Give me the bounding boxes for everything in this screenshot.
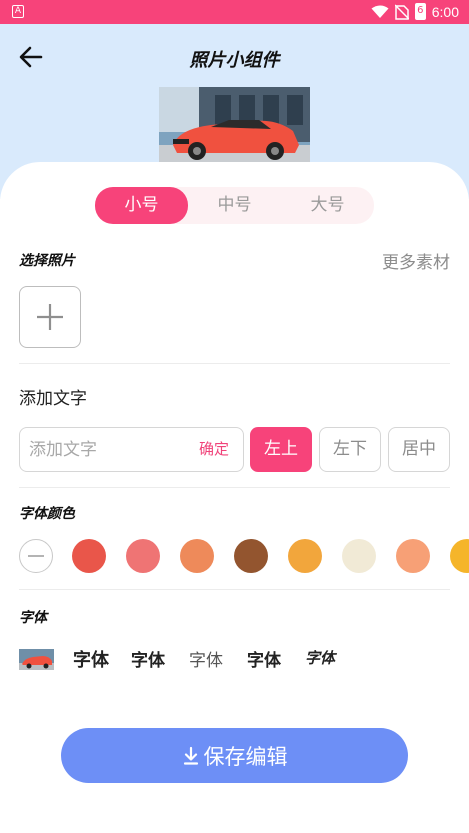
app-notification-icon: A [12,5,24,18]
color-swatch[interactable] [450,539,469,573]
save-edit-label: 保存编辑 [203,744,288,769]
position-top-left-button[interactable]: 左上 [250,427,312,472]
position-center-button[interactable]: 居中 [388,427,450,472]
status-icons: 6 6:00 [371,3,459,20]
font-preview-thumbnail[interactable] [19,649,54,670]
divider [19,363,450,364]
color-swatch[interactable] [234,539,268,573]
page-title: 照片小组件 [189,50,280,71]
wifi-icon [371,5,389,18]
save-edit-button[interactable]: 保存编辑 [61,728,408,783]
color-swatch[interactable] [342,539,376,573]
no-sim-icon [394,3,409,20]
battery-level-text: 6 [417,5,424,16]
font-option-1[interactable]: 字体 [73,646,109,672]
font-option-4[interactable]: 字体 [247,646,281,671]
status-bar: A 6 6:00 [0,0,469,24]
download-icon [183,746,198,765]
font-option-3[interactable]: 字体 [189,646,223,671]
widget-preview-image [159,87,310,167]
editor-panel: 小号 中号 大号 选择照片 更多素材 添加文字 确定 左上 左下 居中 字体颜色… [0,162,469,833]
size-tabs: 小号 中号 大号 [95,187,374,224]
status-time: 6:00 [431,3,459,20]
position-bottom-left-button[interactable]: 左下 [319,427,381,472]
divider [19,589,450,590]
tab-large[interactable]: 大号 [281,187,374,224]
plus-icon [37,304,63,330]
add-photo-button[interactable] [19,286,81,348]
color-swatch[interactable] [180,539,214,573]
add-text-title: 添加文字 [19,389,87,409]
confirm-button[interactable]: 确定 [199,428,229,471]
tab-medium[interactable]: 中号 [188,187,281,224]
tab-small[interactable]: 小号 [95,187,188,224]
divider [19,487,450,488]
color-none-swatch[interactable] [19,539,53,573]
color-swatch[interactable] [126,539,160,573]
text-field: 确定 [19,427,244,472]
color-swatch[interactable] [396,539,430,573]
more-materials-link[interactable]: 更多素材 [382,248,450,273]
select-photo-title: 选择照片 [19,253,75,269]
font-title: 字体 [19,610,47,626]
text-input[interactable] [29,428,189,471]
font-option-2[interactable]: 字体 [131,646,165,671]
color-swatch[interactable] [288,539,322,573]
font-color-title: 字体颜色 [19,506,75,522]
font-option-5[interactable]: 字体 [305,647,335,668]
color-swatch[interactable] [72,539,106,573]
battery-icon: 6 [414,3,426,20]
